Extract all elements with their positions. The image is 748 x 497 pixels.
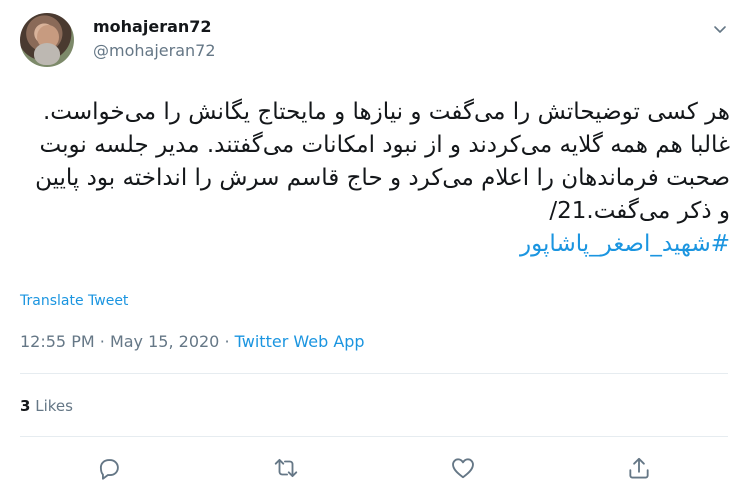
reply-icon[interactable] — [96, 455, 122, 481]
like-icon[interactable] — [450, 455, 476, 481]
tweet-meta: 12:55 PM · May 15, 2020 · Twitter Web Ap… — [20, 332, 365, 351]
avatar-beard — [34, 43, 60, 65]
divider — [20, 373, 728, 374]
tweet-card: mohajeran72 @mohajeran72 هر کسی توضیحاتش… — [0, 0, 748, 497]
chevron-down-icon[interactable] — [713, 22, 727, 36]
likes-number: 3 — [20, 397, 31, 415]
likes-label: Likes — [35, 397, 73, 415]
tweet-text: هر کسی توضیحاتش را می‌گفت و نیازها و مای… — [20, 96, 730, 261]
avatar[interactable] — [20, 13, 74, 67]
tweet-time[interactable]: 12:55 PM — [20, 332, 95, 351]
tweet-source-link[interactable]: Twitter Web App — [235, 332, 365, 351]
retweet-icon[interactable] — [273, 455, 299, 481]
share-icon[interactable] — [626, 455, 652, 481]
hashtag-link[interactable]: #شهید_اصغر_پاشاپور — [520, 231, 730, 257]
tweet-date[interactable]: May 15, 2020 — [110, 332, 219, 351]
meta-separator: · — [224, 332, 230, 351]
author-handle[interactable]: @mohajeran72 — [93, 41, 216, 60]
divider — [20, 436, 728, 437]
translate-tweet-link[interactable]: Translate Tweet — [20, 293, 128, 309]
author-display-name[interactable]: mohajeran72 — [93, 17, 212, 36]
meta-separator: · — [99, 332, 105, 351]
tweet-body: هر کسی توضیحاتش را می‌گفت و نیازها و مای… — [35, 99, 730, 224]
likes-count[interactable]: 3 Likes — [20, 397, 73, 415]
